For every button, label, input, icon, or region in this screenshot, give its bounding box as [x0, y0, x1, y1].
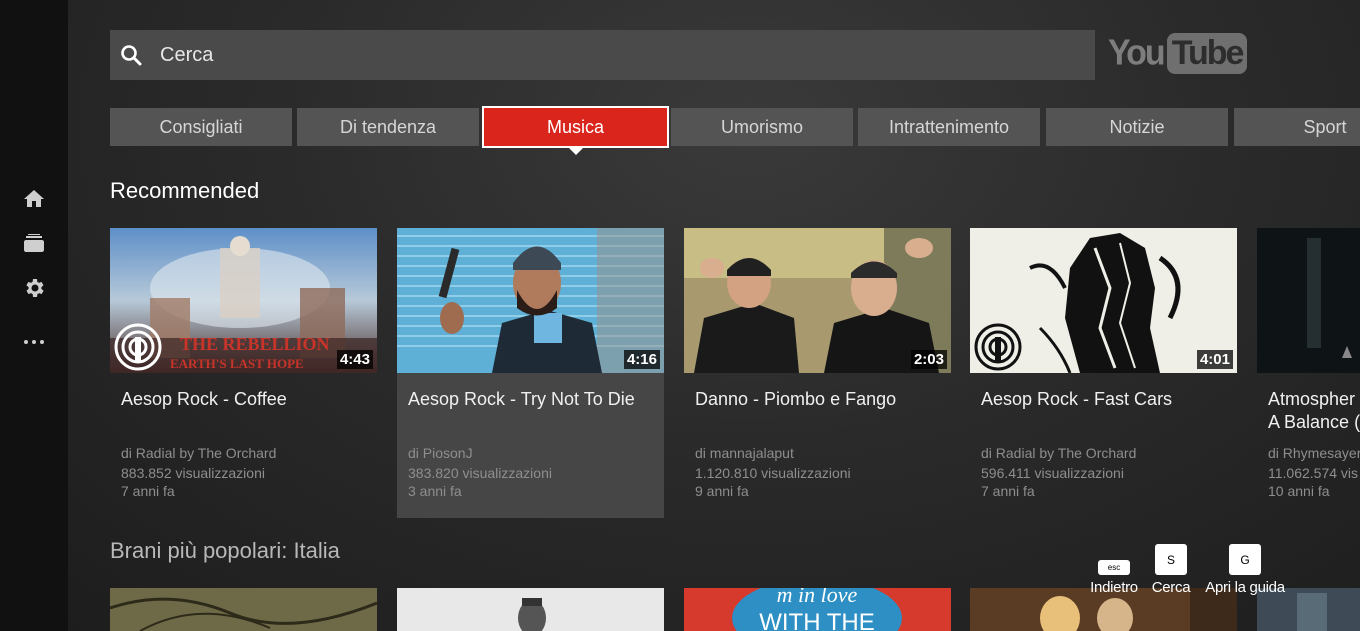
- section-title-recommended: Recommended: [110, 178, 260, 203]
- video-thumbnail: [1257, 228, 1360, 373]
- video-duration: 4:43: [336, 350, 373, 369]
- video-thumbnail: 2:03: [684, 228, 951, 373]
- tab-sport[interactable]: Sport: [1234, 108, 1360, 146]
- video-card-atmosphere[interactable]: Atmospher A Balance ( di Rhymesayer 11.0…: [1257, 228, 1360, 518]
- video-thumbnail: 4:01: [970, 228, 1237, 373]
- video-views: 11.062.574 vis: [1268, 465, 1359, 481]
- video-channel: di Radial by The Orchard: [121, 445, 277, 461]
- radial-channel-icon: [974, 323, 1022, 371]
- video-thumbnail-row2-1[interactable]: [110, 588, 377, 631]
- video-channel: di Radial by The Orchard: [981, 445, 1137, 461]
- hint-search-label: Cerca: [1151, 579, 1191, 596]
- video-title: Danno - Piombo e Fango: [695, 389, 897, 409]
- tab-intrattenimento[interactable]: Intrattenimento: [858, 108, 1040, 146]
- hint-guide-label: Apri la guida: [1205, 579, 1285, 596]
- video-age: 7 anni fa: [981, 483, 1035, 499]
- thumb-overlay-text-2: EARTH'S LAST HOPE: [170, 356, 304, 371]
- video-views: 883.852 visualizzazioni: [121, 465, 265, 481]
- tab-notizie[interactable]: Notizie: [1046, 108, 1228, 146]
- tab-di-tendenza[interactable]: Di tendenza: [297, 108, 479, 146]
- video-title: Atmospher: [1268, 389, 1356, 409]
- radial-channel-icon: [114, 323, 162, 371]
- video-age: 3 anni fa: [408, 483, 462, 499]
- video-title: Aesop Rock - Fast Cars: [981, 389, 1173, 409]
- video-duration: 4:16: [623, 350, 660, 369]
- video-card-fast-cars[interactable]: 4:01 Aesop Rock - Fast Cars di Radial by…: [970, 228, 1237, 518]
- row2-thumb-text-1: m in love: [777, 588, 858, 607]
- tab-consigliati[interactable]: Consigliati: [110, 108, 292, 146]
- video-card-coffee[interactable]: THE REBELLION EARTH'S LAST HOPE 4:43 Aes…: [110, 228, 377, 518]
- video-card-piombo-e-fango[interactable]: 2:03 Danno - Piombo e Fango di mannajala…: [684, 228, 951, 518]
- esc-key: esc: [1098, 560, 1130, 575]
- video-views: 1.120.810 visualizzazioni: [695, 465, 851, 481]
- video-channel: di Rhymesayer: [1268, 445, 1360, 461]
- g-key: G: [1229, 544, 1261, 575]
- thumb-overlay-text-1: THE REBELLION: [180, 334, 330, 354]
- video-channel: di mannajalaput: [695, 445, 794, 461]
- video-views: 596.411 visualizzazioni: [981, 465, 1124, 481]
- settings-icon[interactable]: [22, 276, 46, 300]
- video-age: 7 anni fa: [121, 483, 175, 499]
- more-icon[interactable]: [22, 330, 46, 354]
- video-channel: di PiosonJ: [408, 445, 473, 461]
- row2-thumb-text-2: WITH THE: [759, 609, 875, 631]
- hint-guide[interactable]: G Apri la guida: [1200, 544, 1290, 596]
- s-key: S: [1155, 544, 1187, 575]
- video-thumbnail: THE REBELLION EARTH'S LAST HOPE 4:43: [110, 228, 377, 373]
- section-title-popular: Brani più popolari: Italia: [110, 538, 340, 563]
- video-duration: 4:01: [1196, 350, 1233, 369]
- video-age: 10 anni fa: [1268, 483, 1330, 499]
- sidebar: [0, 0, 68, 631]
- home-icon[interactable]: [22, 187, 46, 211]
- logo-tube-text: Tube: [1166, 33, 1248, 74]
- video-thumbnail-row2-3[interactable]: m in love WITH THE: [684, 588, 951, 631]
- search-icon: [119, 43, 143, 67]
- video-age: 9 anni fa: [695, 483, 749, 499]
- video-title-line2: A Balance (: [1268, 412, 1360, 432]
- video-title: Aesop Rock - Coffee: [121, 389, 287, 409]
- video-duration: 2:03: [910, 350, 947, 369]
- hint-back[interactable]: esc Indietro: [1086, 560, 1142, 596]
- logo-you-text: You: [1108, 33, 1166, 73]
- video-thumbnail: 4:16: [397, 228, 664, 373]
- tab-umorismo[interactable]: Umorismo: [671, 108, 853, 146]
- video-thumbnail-row2-2[interactable]: [397, 588, 664, 631]
- search-bar[interactable]: Cerca: [110, 30, 1095, 80]
- subscriptions-icon[interactable]: [22, 232, 46, 256]
- tab-musica[interactable]: Musica: [482, 106, 669, 155]
- video-card-try-not-to-die[interactable]: 4:16 Aesop Rock - Try Not To Die di Pios…: [397, 228, 664, 518]
- hint-search[interactable]: S Cerca: [1148, 544, 1194, 596]
- video-title: Aesop Rock - Try Not To Die: [408, 389, 635, 409]
- hint-back-label: Indietro: [1090, 579, 1138, 596]
- video-views: 383.820 visualizzazioni: [408, 465, 552, 481]
- youtube-logo: You Tube: [1108, 33, 1248, 74]
- search-placeholder: Cerca: [160, 43, 214, 66]
